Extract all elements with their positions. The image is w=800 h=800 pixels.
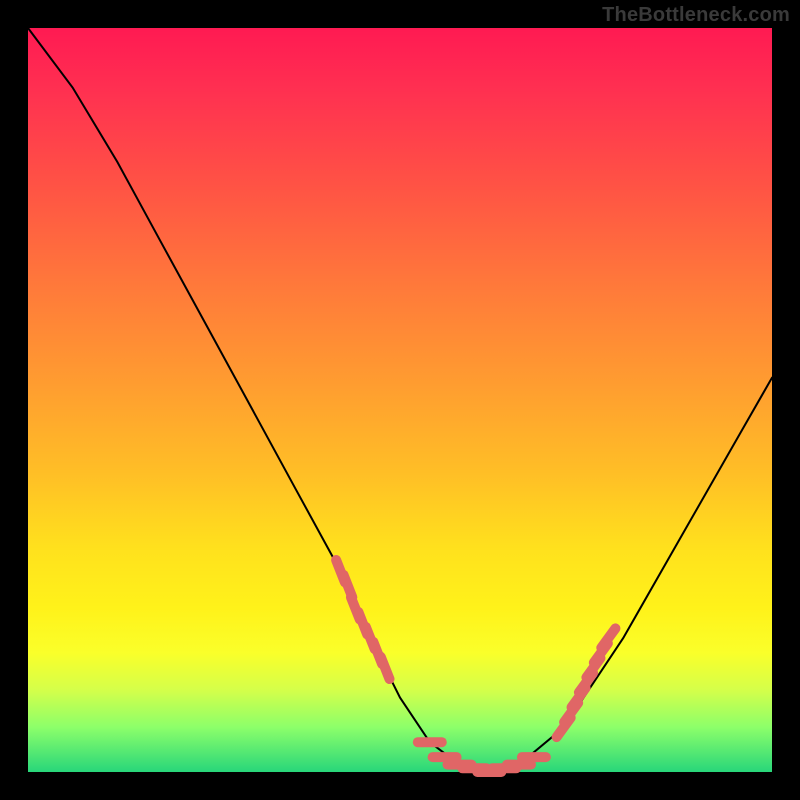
highlight-markers-right	[557, 628, 616, 737]
plot-area	[28, 28, 772, 772]
highlight-markers-bottom	[418, 742, 546, 772]
watermark-text: TheBottleneck.com	[602, 4, 790, 27]
highlight-marker	[601, 628, 615, 647]
bottleneck-curve	[28, 28, 772, 772]
chart-svg	[28, 28, 772, 772]
chart-frame: TheBottleneck.com	[0, 0, 800, 800]
highlight-markers-left	[336, 560, 389, 679]
highlight-marker	[381, 657, 390, 679]
